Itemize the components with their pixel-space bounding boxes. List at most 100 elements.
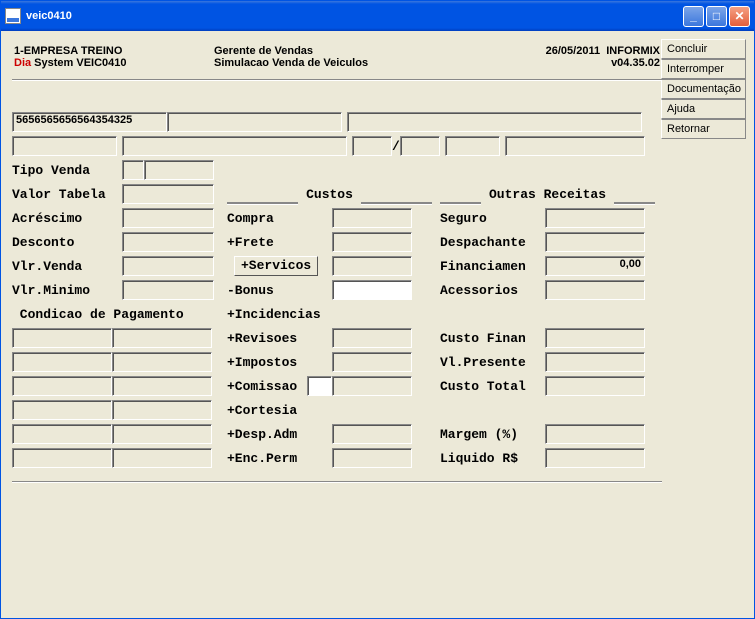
- cond-c2-r3[interactable]: [112, 376, 212, 396]
- minimize-button[interactable]: _: [683, 6, 704, 27]
- custos-title: Custos: [298, 187, 360, 202]
- cond-c2-r1[interactable]: [112, 328, 212, 348]
- cond-c1-r3[interactable]: [12, 376, 112, 396]
- comissao-pct[interactable]: [307, 376, 332, 396]
- divider: [12, 79, 662, 81]
- valor-tabela-input[interactable]: [122, 184, 214, 204]
- field-a4[interactable]: [400, 136, 440, 156]
- impostos-input[interactable]: [332, 352, 412, 372]
- incidencias-label: +Incidencias: [227, 307, 332, 322]
- custo-finan-input[interactable]: [545, 328, 645, 348]
- vl-presente-label: Vl.Presente: [440, 355, 545, 370]
- bonus-label: -Bonus: [227, 283, 332, 298]
- desconto-input[interactable]: [122, 232, 214, 252]
- revisoes-label: +Revisoes: [227, 331, 332, 346]
- custo-total-label: Custo Total: [440, 379, 545, 394]
- desp-adm-label: +Desp.Adm: [227, 427, 332, 442]
- vlr-venda-input[interactable]: [122, 256, 214, 276]
- desc-input-1[interactable]: [167, 112, 342, 132]
- field-a5[interactable]: [445, 136, 500, 156]
- company-label: 1-EMPRESA TREINO: [14, 45, 214, 57]
- liquido-label: Liquido R$: [440, 451, 545, 466]
- field-a3[interactable]: [352, 136, 392, 156]
- comissao-input[interactable]: [332, 376, 412, 396]
- retornar-button[interactable]: Retornar: [661, 119, 746, 139]
- app-icon: [5, 8, 21, 24]
- cond-c2-r4[interactable]: [112, 400, 212, 420]
- acrescimo-label: Acréscimo: [12, 211, 122, 226]
- servicos-input[interactable]: [332, 256, 412, 276]
- cond-c1-r5[interactable]: [12, 424, 112, 444]
- compra-label: Compra: [227, 211, 332, 226]
- action-sidebar: Concluir Interromper Documentação Ajuda …: [661, 39, 746, 139]
- outras-receitas-title: Outras Receitas: [481, 187, 614, 202]
- date-label: 26/05/2011: [546, 45, 600, 57]
- vlr-minimo-label: Vlr.Minimo: [12, 283, 122, 298]
- acessorios-label: Acessorios: [440, 283, 545, 298]
- concluir-button[interactable]: Concluir: [661, 39, 746, 59]
- revisoes-input[interactable]: [332, 328, 412, 348]
- tipo-venda-input[interactable]: [122, 160, 144, 180]
- tipo-venda-label: Tipo Venda: [12, 163, 122, 178]
- field-a1[interactable]: [12, 136, 117, 156]
- cond-c1-r1[interactable]: [12, 328, 112, 348]
- desconto-label: Desconto: [12, 235, 122, 250]
- desp-adm-input[interactable]: [332, 424, 412, 444]
- close-button[interactable]: ✕: [729, 6, 750, 27]
- enc-perm-label: +Enc.Perm: [227, 451, 332, 466]
- slash-label: /: [392, 139, 400, 154]
- system-label: System VEIC0410: [31, 57, 126, 69]
- enc-perm-input[interactable]: [332, 448, 412, 468]
- margem-label: Margem (%): [440, 427, 545, 442]
- bonus-input[interactable]: [332, 280, 412, 300]
- role-label: Gerente de Vendas: [214, 45, 474, 57]
- desc-input-2[interactable]: [347, 112, 642, 132]
- financiamen-input[interactable]: 0,00: [545, 256, 645, 276]
- custo-total-input[interactable]: [545, 376, 645, 396]
- divider-bottom: [12, 481, 662, 483]
- seguro-label: Seguro: [440, 211, 545, 226]
- cond-c2-r5[interactable]: [112, 424, 212, 444]
- titlebar: veic0410 _ □ ✕: [1, 1, 754, 31]
- vlr-minimo-input[interactable]: [122, 280, 214, 300]
- header: 1-EMPRESA TREINO Gerente de Vendas 26/05…: [12, 39, 662, 75]
- app-window: veic0410 _ □ ✕ Concluir Interromper Docu…: [0, 0, 755, 619]
- frete-label: +Frete: [227, 235, 332, 250]
- compra-input[interactable]: [332, 208, 412, 228]
- servicos-button[interactable]: +Servicos: [234, 256, 318, 276]
- custo-finan-label: Custo Finan: [440, 331, 545, 346]
- documentacao-button[interactable]: Documentação: [661, 79, 746, 99]
- cond-c2-r6[interactable]: [112, 448, 212, 468]
- db-label: INFORMIX: [606, 45, 660, 57]
- despachante-input[interactable]: [545, 232, 645, 252]
- acrescimo-input[interactable]: [122, 208, 214, 228]
- cortesia-label: +Cortesia: [227, 403, 332, 418]
- version-label: v04.35.02: [474, 57, 660, 69]
- financiamen-label: Financiamen: [440, 259, 545, 274]
- liquido-input[interactable]: [545, 448, 645, 468]
- screen-title: Simulacao Venda de Veiculos: [214, 57, 474, 69]
- field-a6[interactable]: [505, 136, 645, 156]
- frete-input[interactable]: [332, 232, 412, 252]
- cond-c2-r2[interactable]: [112, 352, 212, 372]
- vl-presente-input[interactable]: [545, 352, 645, 372]
- tipo-venda-desc[interactable]: [144, 160, 214, 180]
- acessorios-input[interactable]: [545, 280, 645, 300]
- window-title: veic0410: [26, 10, 72, 22]
- valor-tabela-label: Valor Tabela: [12, 187, 122, 202]
- cond-c1-r6[interactable]: [12, 448, 112, 468]
- code-input[interactable]: 5656565656564354325: [12, 112, 167, 132]
- condicao-pagamento-label: Condicao de Pagamento: [12, 307, 184, 322]
- despachante-label: Despachante: [440, 235, 545, 250]
- seguro-input[interactable]: [545, 208, 645, 228]
- comissao-label: +Comissao: [227, 379, 307, 394]
- field-a2[interactable]: [122, 136, 347, 156]
- interromper-button[interactable]: Interromper: [661, 59, 746, 79]
- ajuda-button[interactable]: Ajuda: [661, 99, 746, 119]
- maximize-button[interactable]: □: [706, 6, 727, 27]
- cond-c1-r4[interactable]: [12, 400, 112, 420]
- cond-c1-r2[interactable]: [12, 352, 112, 372]
- margem-input[interactable]: [545, 424, 645, 444]
- impostos-label: +Impostos: [227, 355, 332, 370]
- vlr-venda-label: Vlr.Venda: [12, 259, 122, 274]
